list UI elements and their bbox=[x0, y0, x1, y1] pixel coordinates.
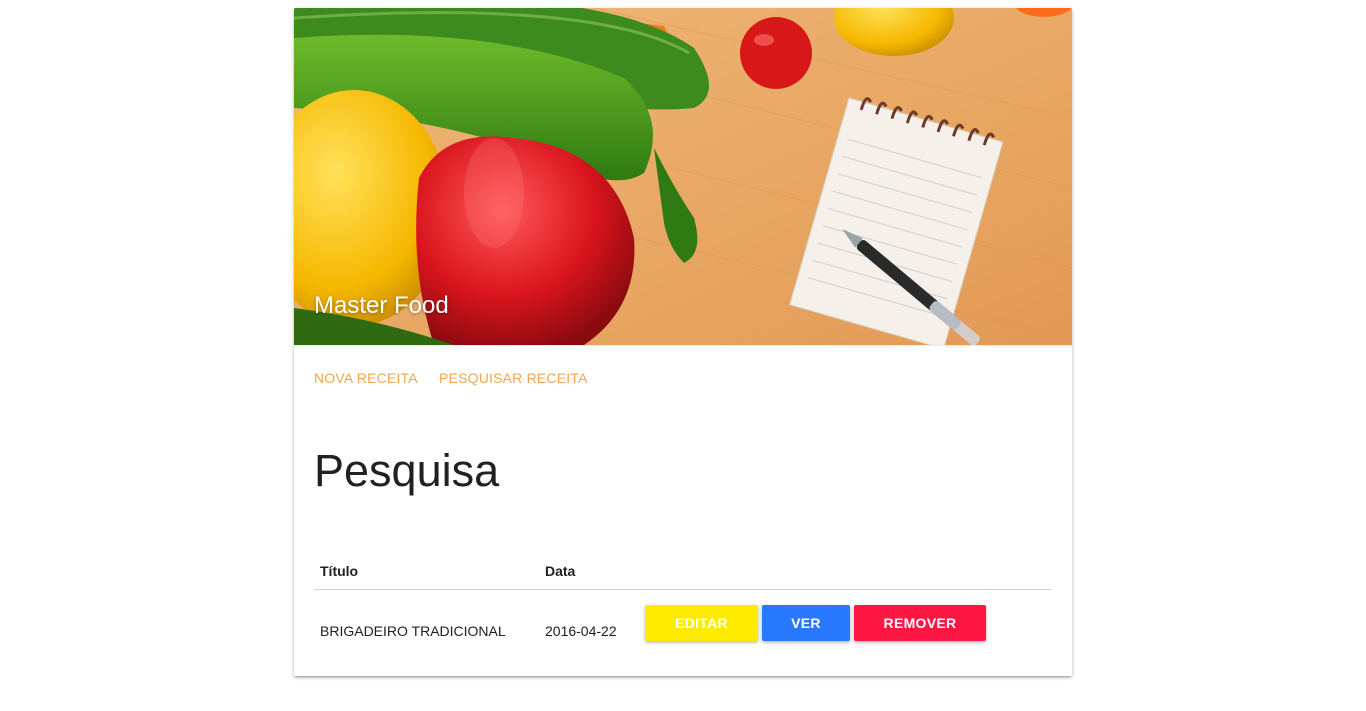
table-header-divider bbox=[314, 589, 1051, 590]
new-recipe-link[interactable]: NOVA RECEITA bbox=[314, 370, 418, 386]
card-actions: NOVA RECEITA PESQUISAR RECEITA bbox=[294, 345, 1072, 411]
column-header-date: Data bbox=[545, 563, 576, 579]
main-card: Master Food NOVA RECEITA PESQUISAR RECEI… bbox=[294, 8, 1072, 676]
view-button[interactable]: VER bbox=[762, 605, 850, 641]
column-header-title: Título bbox=[320, 563, 359, 579]
hero-image: Master Food bbox=[294, 8, 1072, 345]
app-title: Master Food bbox=[314, 292, 449, 319]
page-title: Pesquisa bbox=[314, 445, 500, 496]
edit-button[interactable]: EDITAR bbox=[645, 605, 758, 641]
recipe-date-cell: 2016-04-22 bbox=[545, 623, 617, 639]
remove-button[interactable]: REMOVER bbox=[854, 605, 986, 641]
search-recipe-link[interactable]: PESQUISAR RECEITA bbox=[439, 370, 588, 386]
recipe-title-cell: BRIGADEIRO TRADICIONAL bbox=[320, 623, 506, 639]
